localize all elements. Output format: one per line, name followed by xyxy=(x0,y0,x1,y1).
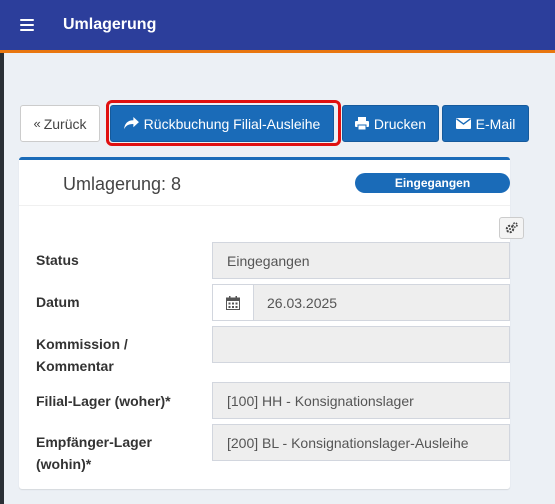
record-panel: Umlagerung: 8 Eingegangen Status Eingega… xyxy=(19,157,524,489)
calendar-icon[interactable] xyxy=(212,284,254,321)
back-button-label: Zurück xyxy=(43,115,87,132)
empfaenger-label-line1: Empfänger-Lager xyxy=(36,434,152,450)
datum-input-group: 26.03.2025 xyxy=(212,284,510,321)
double-chevron-left-icon: « xyxy=(33,116,41,131)
record-header: Umlagerung: 8 Eingegangen xyxy=(19,160,510,206)
status-badge: Eingegangen xyxy=(355,173,510,193)
kommission-field xyxy=(212,326,510,363)
kommission-label-line1: Kommission / xyxy=(36,336,128,352)
rueckbuchung-button-label: Rückbuchung Filial-Ausleihe xyxy=(143,115,321,132)
filial-lager-field: [100] HH - Konsignationslager xyxy=(212,382,510,419)
kommission-label: Kommission / Kommentar xyxy=(36,333,128,377)
datum-field: 26.03.2025 xyxy=(254,284,510,321)
email-button-label: E-Mail xyxy=(475,115,516,132)
record-title: Umlagerung: 8 xyxy=(63,174,182,194)
email-button[interactable]: E-Mail xyxy=(442,105,529,142)
filial-lager-label: Filial-Lager (woher)* xyxy=(36,393,171,409)
top-navbar: Umlagerung xyxy=(0,0,555,53)
rueckbuchung-button[interactable]: Rückbuchung Filial-Ausleihe xyxy=(110,105,334,142)
empfaenger-lager-field: [200] BL - Konsignationslager-Ausleihe xyxy=(212,424,510,461)
kommission-label-line2: Kommentar xyxy=(36,358,114,374)
back-button[interactable]: « Zurück xyxy=(20,105,100,142)
print-button[interactable]: Drucken xyxy=(342,105,439,142)
hamburger-icon[interactable] xyxy=(20,19,34,31)
envelope-icon xyxy=(455,118,471,129)
status-field: Eingegangen xyxy=(212,242,510,279)
gears-icon xyxy=(505,222,518,234)
datum-label: Datum xyxy=(36,294,80,310)
page-title: Umlagerung xyxy=(63,16,157,33)
print-button-label: Drucken xyxy=(373,115,427,132)
sidebar-edge xyxy=(0,53,4,504)
printer-icon xyxy=(354,117,369,130)
empfaenger-label-line2: (wohin)* xyxy=(36,456,92,472)
empfaenger-lager-label: Empfänger-Lager (wohin)* xyxy=(36,431,152,475)
settings-button[interactable] xyxy=(499,217,524,239)
status-label: Status xyxy=(36,252,79,268)
share-arrow-icon xyxy=(123,117,139,130)
